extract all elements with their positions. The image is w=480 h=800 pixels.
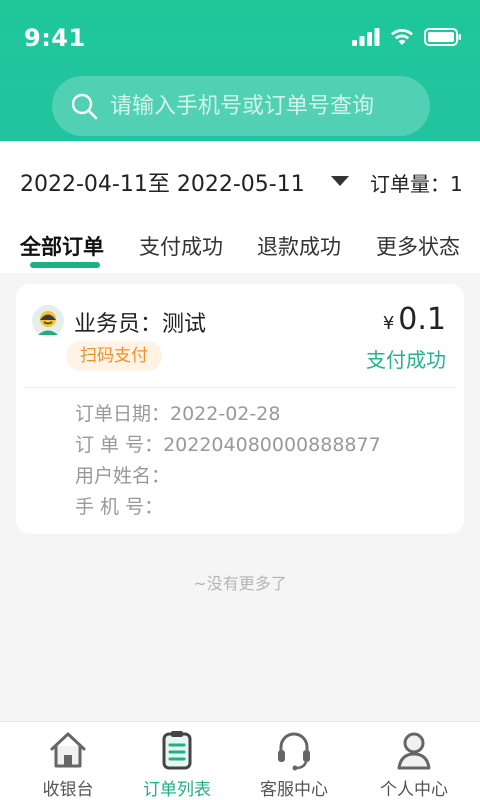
- tabbar-item-order-list[interactable]: 订单列表: [117, 722, 237, 800]
- caret-down-icon[interactable]: [331, 176, 349, 186]
- currency-symbol: ¥: [382, 313, 395, 334]
- pay-type-badge: 扫码支付: [66, 341, 162, 371]
- order-date: 订单日期：2022-02-28: [75, 403, 281, 425]
- tab-refunded[interactable]: 退款成功: [257, 231, 341, 261]
- status-bar: 9:41: [0, 0, 480, 76]
- salesman-name: 业务员：测试: [74, 312, 207, 337]
- status-icons: [352, 27, 462, 47]
- order-count: 订单量：1: [370, 172, 463, 196]
- order-details: 订单日期：2022-02-28 订 单 号：20220408000088887​…: [75, 399, 381, 523]
- headset-icon: [278, 732, 310, 771]
- tabbar-label-profile: 个人中心: [380, 780, 448, 800]
- tabbar-item-profile[interactable]: 个人中心: [354, 722, 474, 800]
- tabbar-item-customer-service[interactable]: 客服中心: [234, 722, 354, 800]
- payment-status: 支付成功: [366, 348, 446, 372]
- search-icon: [71, 93, 98, 120]
- tabbar-label-customer-service: 客服中心: [260, 780, 328, 800]
- battery-icon: [424, 28, 461, 46]
- status-tabs: 全部订单 支付成功 退款成功 更多状态: [0, 219, 480, 273]
- amount-value: 0.1: [398, 302, 446, 337]
- order-number: 订 单 号：20220408000088887​7: [75, 434, 381, 456]
- tabbar-label-cashier: 收银台: [42, 780, 94, 800]
- header: 9:41: [0, 0, 480, 141]
- wifi-icon: [391, 29, 413, 45]
- salesman-avatar-icon: [32, 305, 64, 337]
- home-icon: [50, 732, 86, 768]
- filter-row: 2022-04-11至 2022-05-11 订单量：1: [0, 141, 480, 219]
- tab-active-indicator: [30, 262, 100, 268]
- order-card[interactable]: 业务员：测试 扫码支付 ¥0.1 支付成功 订单日期：2022-02-28 订 …: [16, 284, 464, 534]
- card-divider: [24, 387, 456, 388]
- date-range-picker[interactable]: 2022-04-11至 2022-05-11: [20, 166, 305, 198]
- signal-icon: [352, 28, 380, 46]
- tabbar-item-cashier[interactable]: 收银台: [8, 722, 128, 800]
- phone-number: 手 机 号：: [75, 496, 164, 518]
- tabbar-label-order-list: 订单列表: [143, 780, 211, 800]
- no-more-text: ~没有更多了: [193, 574, 287, 593]
- user-icon: [397, 732, 431, 770]
- tab-paid[interactable]: 支付成功: [139, 231, 223, 261]
- bottom-tabbar: 收银台 订单列表 客服中心 个人中心: [0, 721, 480, 800]
- tab-all-orders[interactable]: 全部订单: [20, 231, 104, 261]
- order-amount: ¥0.1: [383, 302, 446, 337]
- customer-name: 用户姓名：: [75, 465, 171, 487]
- search-box[interactable]: [52, 76, 430, 136]
- tab-more-status[interactable]: 更多状态: [376, 231, 460, 261]
- status-time: 9:41: [24, 24, 86, 52]
- search-input[interactable]: [110, 93, 410, 119]
- order-list-icon: [162, 731, 192, 770]
